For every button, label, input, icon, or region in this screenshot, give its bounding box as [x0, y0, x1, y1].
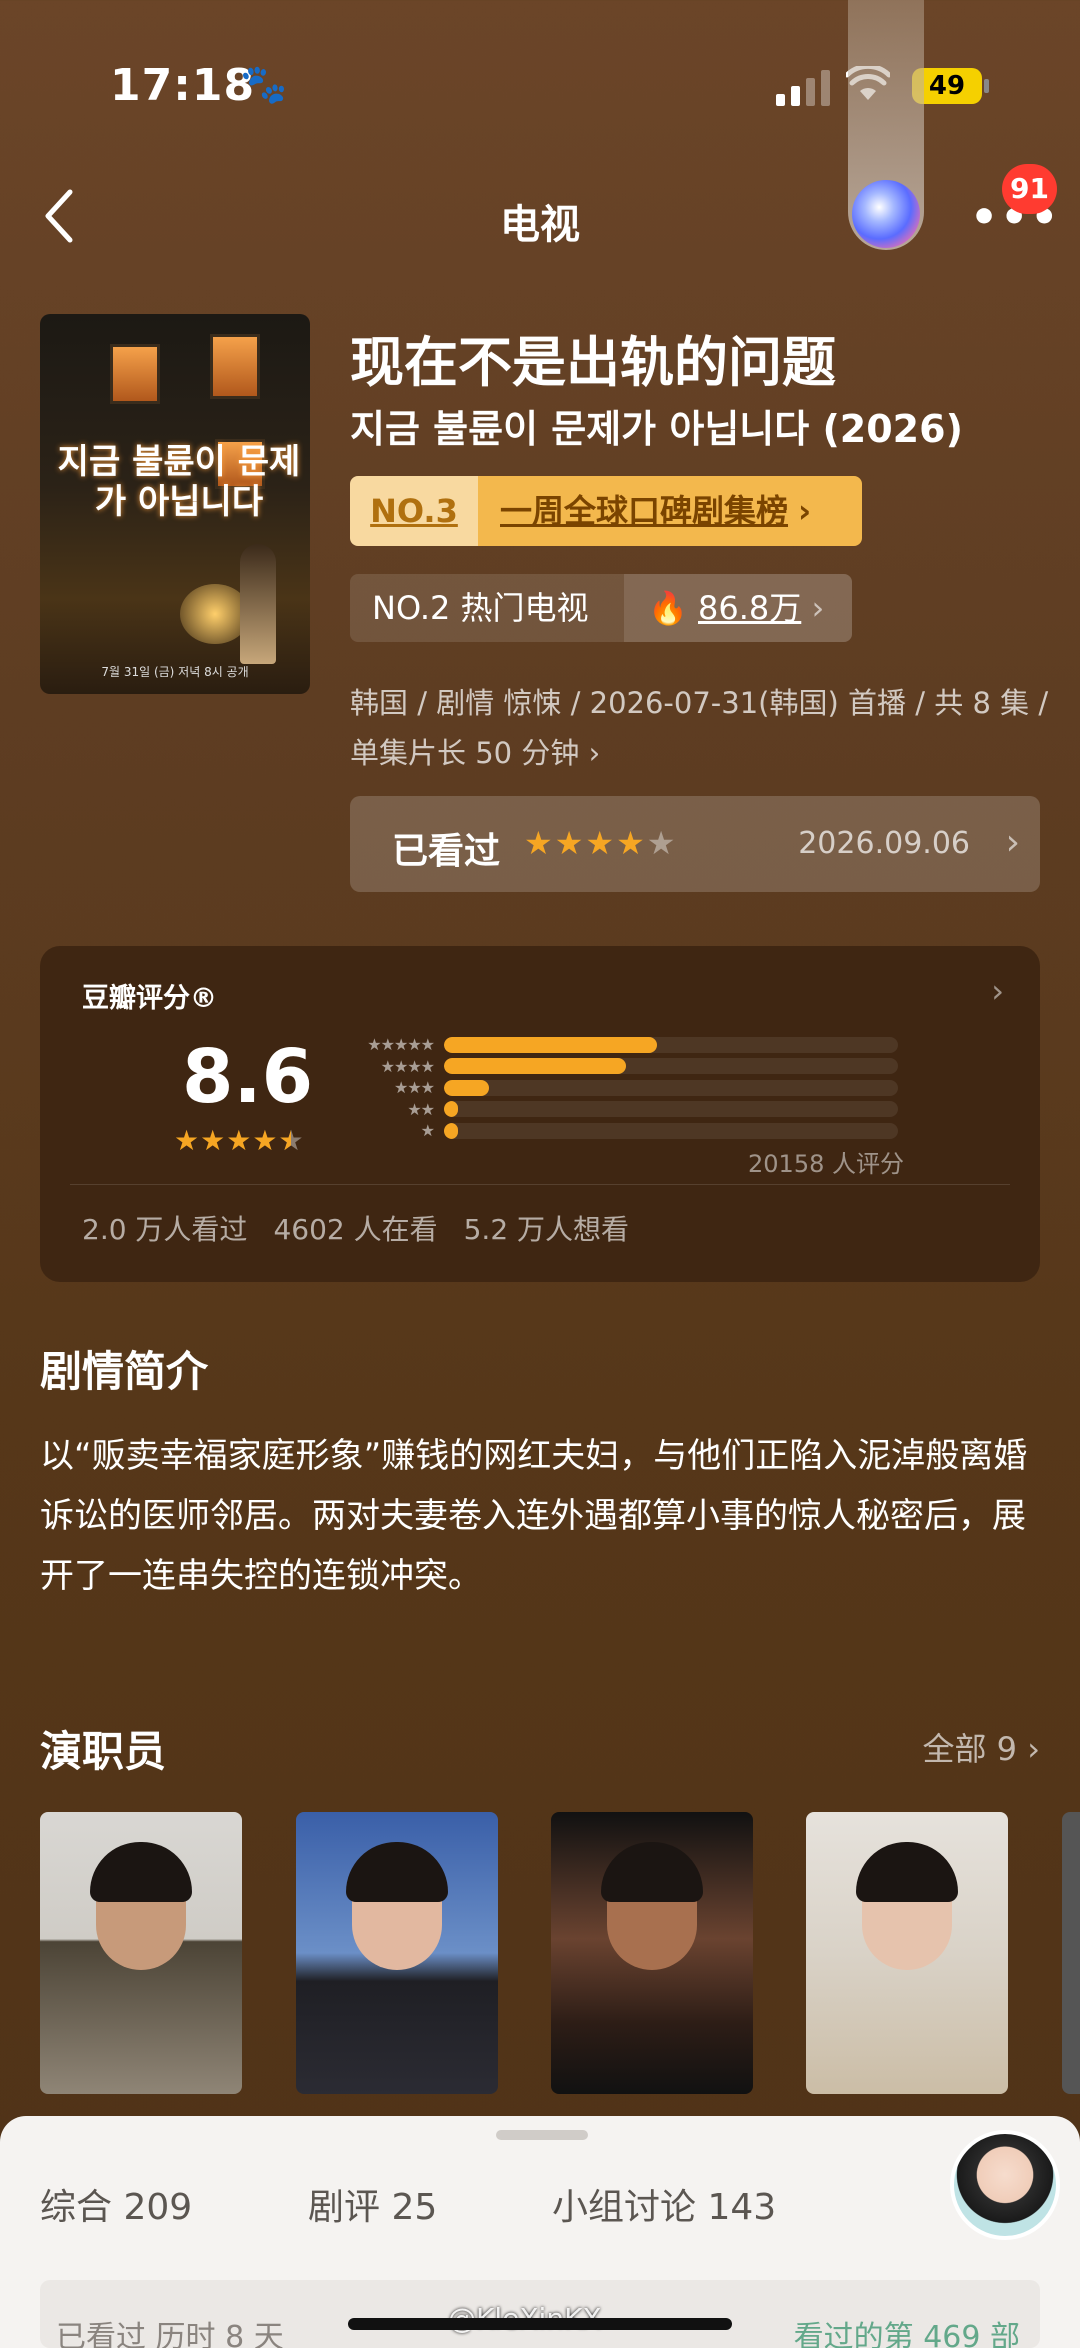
- synopsis-text[interactable]: 以“贩卖幸福家庭形象”赚钱的网红夫妇，与他们正陷入泥淖般离婚诉讼的医师邻居。两对…: [40, 1426, 1040, 1606]
- signal-icon: [776, 70, 830, 106]
- watch-order-text: 看过的第 469 部: [793, 2320, 1020, 2348]
- tab-group-discussion[interactable]: 小组讨论 143: [552, 2178, 776, 2230]
- chevron-right-icon: ›: [798, 492, 812, 530]
- hot-tv-badge[interactable]: NO.2 热门电视 🔥 86.8万 ›: [350, 574, 852, 642]
- rating-bar-row: ★★★★★: [346, 1034, 898, 1056]
- star-icon: ★: [585, 824, 617, 862]
- rating-label: 豆瓣评分®: [82, 983, 217, 1014]
- cast-member-photo[interactable]: [551, 1812, 753, 2094]
- rating-bar-track: [444, 1036, 898, 1053]
- chevron-right-icon: ›: [1027, 1730, 1040, 1768]
- cast-all-link[interactable]: 全部 9 ›: [922, 1724, 1040, 1770]
- rating-bar-stars: ★★★★: [380, 1056, 435, 1076]
- rating-bar-track: [444, 1101, 898, 1118]
- douban-rating-card[interactable]: 豆瓣评分® › 8.6 ★★★★★ ★★★★★★★★★★★★★★★ 20158 …: [40, 946, 1040, 1282]
- my-rating-stars: ★★★★★: [524, 824, 677, 862]
- rating-bar-stars: ★★: [407, 1099, 435, 1119]
- page-title: 电视: [500, 202, 580, 248]
- tab-overview[interactable]: 综合 209: [40, 2178, 192, 2230]
- rating-bar-track: [444, 1122, 898, 1139]
- cast-member-photo[interactable]: [40, 1812, 242, 2094]
- paw-icon: 🐾: [240, 62, 288, 106]
- hot-value-number: 86.8万: [698, 589, 802, 627]
- watched-status[interactable]: 已看过 ★★★★★ 2026.09.06 ›: [350, 796, 1040, 892]
- show-original-title: 지금 불륜이 문제가 아닙니다 (2026): [350, 407, 963, 451]
- rating-bar-fill: [444, 1036, 658, 1053]
- battery-nub: [984, 79, 989, 93]
- watched-label: 已看过: [392, 831, 501, 872]
- cast-heading: 演职员: [40, 1727, 167, 1776]
- divider: [70, 1184, 1010, 1185]
- sheet-handle[interactable]: [496, 2130, 588, 2140]
- star-icon: ★: [646, 824, 678, 862]
- chevron-right-icon: ›: [991, 972, 1004, 1010]
- star-icon: ★: [616, 824, 647, 862]
- rating-bar-track: [444, 1079, 898, 1096]
- avatar[interactable]: [950, 2130, 1060, 2240]
- rating-bar-fill: [444, 1101, 458, 1118]
- want-count: 5.2 万人想看: [463, 1213, 630, 1246]
- chevron-right-icon: ›: [811, 589, 825, 627]
- rating-bar-row: ★: [346, 1120, 898, 1142]
- synopsis-heading: 剧情简介: [40, 1347, 209, 1396]
- show-title: 现在不是出轨的问题: [350, 331, 836, 394]
- rating-bar-row: ★★: [346, 1099, 898, 1121]
- star-icon: ★: [554, 824, 586, 862]
- rating-bar-track: [444, 1058, 898, 1075]
- episode-length[interactable]: 单集片长 50 分钟 ›: [350, 730, 600, 772]
- status-time: 17:18: [110, 60, 256, 111]
- rating-bar-row: ★★★: [346, 1077, 898, 1099]
- star-icon: ★: [524, 824, 555, 862]
- episode-length-text: 单集片长 50 分钟: [350, 736, 580, 770]
- rating-bar-stars: ★: [420, 1121, 435, 1141]
- fire-icon: 🔥: [648, 589, 688, 627]
- watched-count: 2.0 万人看过: [82, 1213, 248, 1246]
- cast-member-photo[interactable]: [296, 1812, 498, 2094]
- rating-bar-fill: [444, 1058, 626, 1075]
- rating-count: 20158 人评分: [748, 1150, 904, 1178]
- hot-value[interactable]: 🔥 86.8万 ›: [624, 574, 852, 642]
- chevron-right-icon: ›: [1005, 822, 1020, 863]
- rating-stars: ★★★★★: [174, 1124, 305, 1157]
- rating-bar-fill: [444, 1079, 490, 1096]
- watching-count: 4602 人在看: [273, 1213, 438, 1246]
- show-meta: 韩国 / 剧情 惊悚 / 2026-07-31(韩国) 首播 / 共 8 集 /: [350, 686, 1049, 720]
- hot-label: NO.2 热门电视: [350, 574, 624, 642]
- rating-bar-stars: ★★★★★: [367, 1035, 435, 1055]
- chevron-right-icon: ›: [588, 736, 601, 770]
- rank-list-label: 一周全球口碑剧集榜: [500, 492, 789, 530]
- cast-all-label: 全部 9: [922, 1730, 1018, 1768]
- rating-bar-fill: [444, 1122, 458, 1139]
- poster-title-text: 지금 불륜이 문제가 아닙니다: [57, 442, 301, 522]
- rank-number: NO.3: [350, 476, 478, 546]
- tab-reviews[interactable]: 剧评 25: [308, 2178, 437, 2230]
- rating-bar-row: ★★★★: [346, 1056, 898, 1078]
- rating-score: 8.6: [182, 1034, 314, 1120]
- ranking-badge[interactable]: NO.3 一周全球口碑剧集榜 ›: [350, 476, 862, 546]
- rating-bar-stars: ★★★: [393, 1078, 435, 1098]
- poster-footer-text: 7월 31일 (금) 저녁 8시 공개: [101, 665, 249, 679]
- rating-distribution: ★★★★★ ★★★★ ★★★ ★★ ★: [346, 1034, 898, 1142]
- watch-duration-text: 已看过 历时 8 天: [56, 2320, 284, 2348]
- cast-member-photo[interactable]: [806, 1812, 1008, 2094]
- cast-member-photo[interactable]: [1062, 1812, 1080, 2094]
- rank-list-link[interactable]: 一周全球口碑剧集榜 ›: [478, 476, 862, 546]
- watched-date: 2026.09.06: [798, 826, 970, 861]
- home-indicator[interactable]: [348, 2318, 732, 2330]
- notification-badge: 91: [1002, 164, 1057, 214]
- poster-image[interactable]: 지금 불륜이 문제가 아닙니다 7월 31일 (금) 저녁 8시 공개: [40, 314, 310, 694]
- rating-stats: 2.0 万人看过 4602 人在看 5.2 万人想看: [82, 1208, 655, 1248]
